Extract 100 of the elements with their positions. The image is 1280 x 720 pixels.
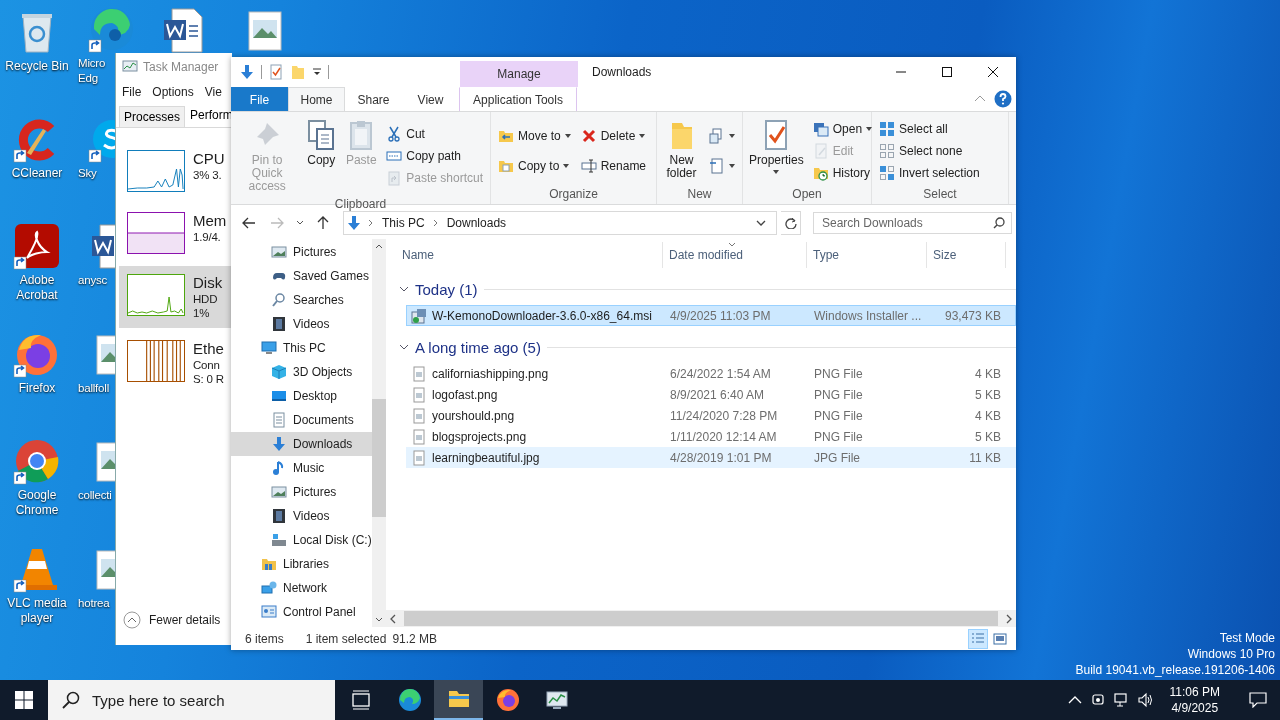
download-icon[interactable] [239, 64, 255, 80]
desktop-icon-label[interactable]: anysc [78, 273, 108, 288]
size-cell-text: 11 KB [968, 450, 1002, 465]
volume-icon[interactable] [1137, 692, 1154, 708]
file-row[interactable]: logofast.png 8/9/2021 6:40 AM PNG File 5 KB [406, 384, 1016, 405]
acrobat-icon[interactable] [13, 222, 61, 270]
ribbon-button[interactable]: Select none [876, 140, 983, 162]
nav-item[interactable]: Music [231, 456, 372, 480]
ribbon-button[interactable]: Copy path [383, 145, 486, 167]
breadcrumb[interactable]: This PC [380, 216, 427, 230]
menu-item[interactable]: Options [152, 85, 194, 99]
file-row[interactable]: yourshould.png 11/24/2020 7:28 PM PNG File 4 KB [406, 405, 1016, 426]
nav-item[interactable]: Documents [231, 408, 372, 432]
file-row[interactable]: californiashipping.png 6/24/2022 1:54 AM PNG File 4 KB [406, 363, 1016, 384]
firefox-icon [495, 688, 520, 712]
tab[interactable]: Processes [119, 106, 186, 127]
nav-item[interactable]: Downloads [231, 432, 372, 456]
search-field[interactable]: Type here to search [48, 680, 335, 720]
desktop-icon-label[interactable]: Google Chrome [15, 488, 59, 518]
chevron-down-icon[interactable] [756, 219, 766, 227]
menu-item[interactable]: Vie [204, 85, 222, 99]
nav-item[interactable]: Pictures [231, 240, 372, 264]
taskbar-app[interactable] [434, 680, 483, 720]
chrome-icon[interactable] [13, 437, 61, 485]
desktop-icon-label[interactable]: Micro Edg [78, 56, 106, 86]
file-row[interactable]: blogsprojects.png 1/11/2020 12:14 AM PNG File 5 KB [406, 426, 1016, 447]
chevron-down-icon [296, 220, 304, 226]
nav-item[interactable]: Searches [231, 288, 372, 312]
breadcrumb[interactable]: Downloads [444, 216, 509, 230]
desktop-icon-label[interactable]: collecti [78, 488, 112, 503]
clock[interactable]: 11:06 PM 4/9/2025 [1161, 684, 1228, 716]
nav-item[interactable]: Videos [231, 504, 372, 528]
size-cell-text: 5 KB [974, 429, 1002, 444]
help-icon[interactable] [994, 90, 1012, 108]
ribbon-button[interactable]: Delete [577, 125, 650, 147]
ribbon-button[interactable]: Cut [383, 123, 486, 145]
collapse-icon[interactable] [123, 611, 141, 629]
ribbon-button[interactable]: Copy [303, 115, 340, 197]
address-bar[interactable]: This PC Downloads [343, 211, 777, 235]
resource-detail: S: 0 R [193, 372, 224, 386]
resource-item[interactable]: Mem 1.9/4. [119, 204, 232, 262]
nav-item[interactable]: Videos [231, 312, 372, 336]
desktop-icon-label[interactable]: VLC media player [7, 596, 67, 626]
fewer-details-link[interactable]: Fewer details [149, 613, 221, 627]
type-cell-text: PNG File [813, 387, 864, 402]
nav-item[interactable]: Control Panel [231, 600, 372, 624]
nav-item[interactable]: 3D Objects [231, 360, 372, 384]
desktop-icon-label[interactable]: hotrea [78, 596, 110, 611]
file-row[interactable]: W-KemonoDownloader-3.6.0-x86_64.msi 4/9/2025 11:03 PM Windows Installer ... 93,473 KB [406, 305, 1016, 326]
group-header[interactable]: A long time ago (5) [396, 336, 1016, 358]
scrollbar[interactable] [371, 239, 386, 627]
ribbon-button[interactable]: History [809, 162, 876, 184]
maximize-icon [942, 67, 952, 77]
ribbon-button[interactable]: Invert selection [876, 162, 983, 184]
column-header[interactable]: Type [807, 242, 927, 268]
nav-item[interactable]: Pictures [231, 480, 372, 504]
ribbon-button[interactable]: Select all [876, 118, 983, 140]
file-row[interactable]: learningbeautiful.jpg 4/28/2019 1:01 PM JPG File 11 KB [406, 447, 1016, 468]
date-cell-text: 8/9/2021 6:40 AM [669, 387, 766, 402]
pictures-icon [271, 244, 287, 260]
ribbon-tab[interactable]: View [402, 87, 459, 111]
properties-icon[interactable] [268, 64, 284, 80]
nav-item[interactable]: Desktop [231, 384, 372, 408]
ribbon-button[interactable]: Copy to [495, 155, 574, 177]
ribbon-button[interactable]: Rename [577, 155, 650, 177]
desktop-icon-label[interactable]: Sky [78, 166, 97, 181]
column-header[interactable]: Size [927, 242, 1006, 268]
nav-item[interactable]: Local Disk (C:) [231, 528, 372, 552]
chevron-up-icon[interactable] [1067, 695, 1082, 705]
nav-item[interactable]: Network [231, 576, 372, 600]
ribbon-tab[interactable]: File [231, 87, 288, 111]
ribbon-button[interactable]: New folder [661, 115, 702, 187]
invert-selection-icon [879, 165, 895, 181]
ribbon-button[interactable]: Open [809, 118, 876, 140]
nav-item[interactable]: This PC [231, 336, 372, 360]
horizontal-scrollbar[interactable] [386, 610, 1016, 627]
resource-detail: 1.9/4. [193, 230, 222, 244]
nav-item[interactable]: Saved Games [231, 264, 372, 288]
meeting-icon[interactable] [1089, 692, 1106, 708]
ribbon-tab[interactable]: Home [288, 87, 345, 111]
search-icon [62, 691, 80, 709]
ribbon-button[interactable]: Properties [747, 115, 806, 187]
search-field[interactable]: Search Downloads [813, 212, 1012, 234]
group-header[interactable]: Today (1) [396, 278, 1016, 300]
resource-item[interactable]: CPU 3% 3. [119, 142, 232, 200]
resource-item[interactable]: Disk HDD 1% [119, 266, 232, 328]
column-header[interactable]: Name [396, 242, 663, 268]
network-icon[interactable] [1113, 692, 1130, 708]
column-header[interactable]: Date modified [663, 242, 807, 268]
menu-item[interactable]: File [122, 85, 142, 99]
refresh-button[interactable] [781, 211, 801, 235]
desktop-icon-label[interactable]: Firefox [18, 381, 56, 396]
selection-count: 1 item selected [305, 631, 387, 646]
edge-icon[interactable] [88, 5, 136, 53]
desktop-icon-label[interactable]: ballfoll [78, 381, 109, 396]
resource-name: Disk [193, 274, 223, 292]
resource-item[interactable]: Ethe Conn S: 0 R [119, 332, 232, 394]
ribbon-button[interactable]: Move to [495, 125, 574, 147]
ribbon-tab[interactable]: Share [345, 87, 402, 111]
nav-item[interactable]: Libraries [231, 552, 372, 576]
